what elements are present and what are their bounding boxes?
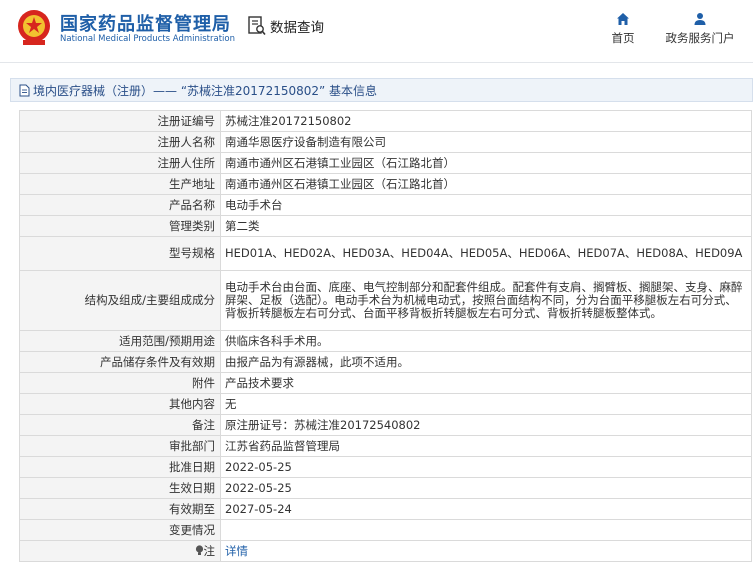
brand-subtitle: National Medical Products Administration [60,34,235,44]
row-value: 由报产品为有源器械，此项不适用。 [220,351,752,373]
table-row: 管理类别 第二类 [19,215,752,237]
row-label: 变更情况 [19,519,221,541]
details-link[interactable]: 详情 [225,544,248,558]
row-value: 苏械注准20172150802 [220,110,752,132]
row-label: 附件 [19,372,221,394]
row-value: 2022-05-25 [220,456,752,478]
note-label: 注 [203,543,216,558]
row-value: 供临床各科手术用。 [220,330,752,352]
brand-title: 国家药品监督管理局 [60,14,231,35]
record-title-bar: 境内医疗器械（注册）—— “苏械注准20172150802” 基本信息 [10,78,753,102]
table-row: 型号规格 HED01A、HED02A、HED03A、HED04A、HED05A、… [19,236,752,271]
search-document-icon [248,16,266,36]
data-query-link[interactable]: 数据查询 [248,16,324,36]
table-row: 产品名称 电动手术台 [19,194,752,216]
row-value: 产品技术要求 [220,372,752,394]
table-row: 批准日期 2022-05-25 [19,456,752,478]
row-value: 2027-05-24 [220,498,752,520]
national-emblem-icon [18,10,50,45]
table-row: 注册证编号 苏械注准20172150802 [19,110,752,132]
table-row: 注册人名称 南通华恩医疗设备制造有限公司 [19,131,752,153]
row-label: 备注 [19,414,221,436]
row-value: 南通市通州区石港镇工业园区（石江路北首） [220,173,752,195]
row-value: 南通市通州区石港镇工业园区（石江路北首） [220,152,752,174]
user-icon [694,13,706,25]
row-value: 第二类 [220,215,752,237]
note-label-cell: 注 [19,540,221,562]
row-label: 适用范围/预期用途 [19,330,221,352]
row-label: 产品名称 [19,194,221,216]
table-row: 注册人住所 南通市通州区石港镇工业园区（石江路北首） [19,152,752,174]
table-row: 其他内容 无 [19,393,752,415]
row-label: 有效期至 [19,498,221,520]
table-row: 备注 原注册证号：苏械注准20172540802 [19,414,752,436]
row-label: 注册人名称 [19,131,221,153]
nav-home-label: 首页 [611,31,635,45]
row-value: 电动手术台由台面、底座、电气控制部分和配套件组成。配套件有支肩、搁臂板、搁腿架、… [220,270,752,331]
row-label: 注册证编号 [19,110,221,132]
table-row: 附件 产品技术要求 [19,372,752,394]
row-label: 生效日期 [19,477,221,499]
row-label: 生产地址 [19,173,221,195]
table-row: 有效期至 2027-05-24 [19,498,752,520]
row-label: 结构及组成/主要组成成分 [19,270,221,331]
row-value: 原注册证号：苏械注准20172540802 [220,414,752,436]
row-label: 其他内容 [19,393,221,415]
table-row: 生效日期 2022-05-25 [19,477,752,499]
data-query-label: 数据查询 [270,20,324,36]
row-label: 型号规格 [19,236,221,271]
row-value: HED01A、HED02A、HED03A、HED04A、HED05A、HED06… [220,236,752,271]
row-value: 详情 [220,540,752,562]
home-icon [617,13,629,25]
site-header: 国家药品监督管理局 National Medical Products Admi… [0,0,753,63]
nav-home[interactable]: 首页 [608,12,638,46]
document-icon [19,84,30,96]
row-value: 无 [220,393,752,415]
row-label: 产品储存条件及有效期 [19,351,221,373]
row-label: 注册人住所 [19,152,221,174]
table-row: 审批部门 江苏省药品监督管理局 [19,435,752,457]
row-label: 审批部门 [19,435,221,457]
nav-service-portal[interactable]: 政务服务门户 [660,12,740,46]
nav-service-label: 政务服务门户 [665,31,735,45]
registration-info-table: 注册证编号 苏械注准20172150802 注册人名称 南通华恩医疗设备制造有限… [19,110,752,562]
table-row: 结构及组成/主要组成成分 电动手术台由台面、底座、电气控制部分和配套件组成。配套… [19,270,752,331]
row-label: 管理类别 [19,215,221,237]
bulb-icon [195,544,203,555]
table-row: 适用范围/预期用途 供临床各科手术用。 [19,330,752,352]
row-value: 江苏省药品监督管理局 [220,435,752,457]
row-value: 2022-05-25 [220,477,752,499]
row-value [220,519,752,541]
record-title: 境内医疗器械（注册）—— “苏械注准20172150802” 基本信息 [33,83,378,98]
table-row: 产品储存条件及有效期 由报产品为有源器械，此项不适用。 [19,351,752,373]
row-value: 电动手术台 [220,194,752,216]
table-row: 变更情况 [19,519,752,541]
row-value: 南通华恩医疗设备制造有限公司 [220,131,752,153]
table-row: 生产地址 南通市通州区石港镇工业园区（石江路北首） [19,173,752,195]
table-row: 注 详情 [19,540,752,562]
row-label: 批准日期 [19,456,221,478]
